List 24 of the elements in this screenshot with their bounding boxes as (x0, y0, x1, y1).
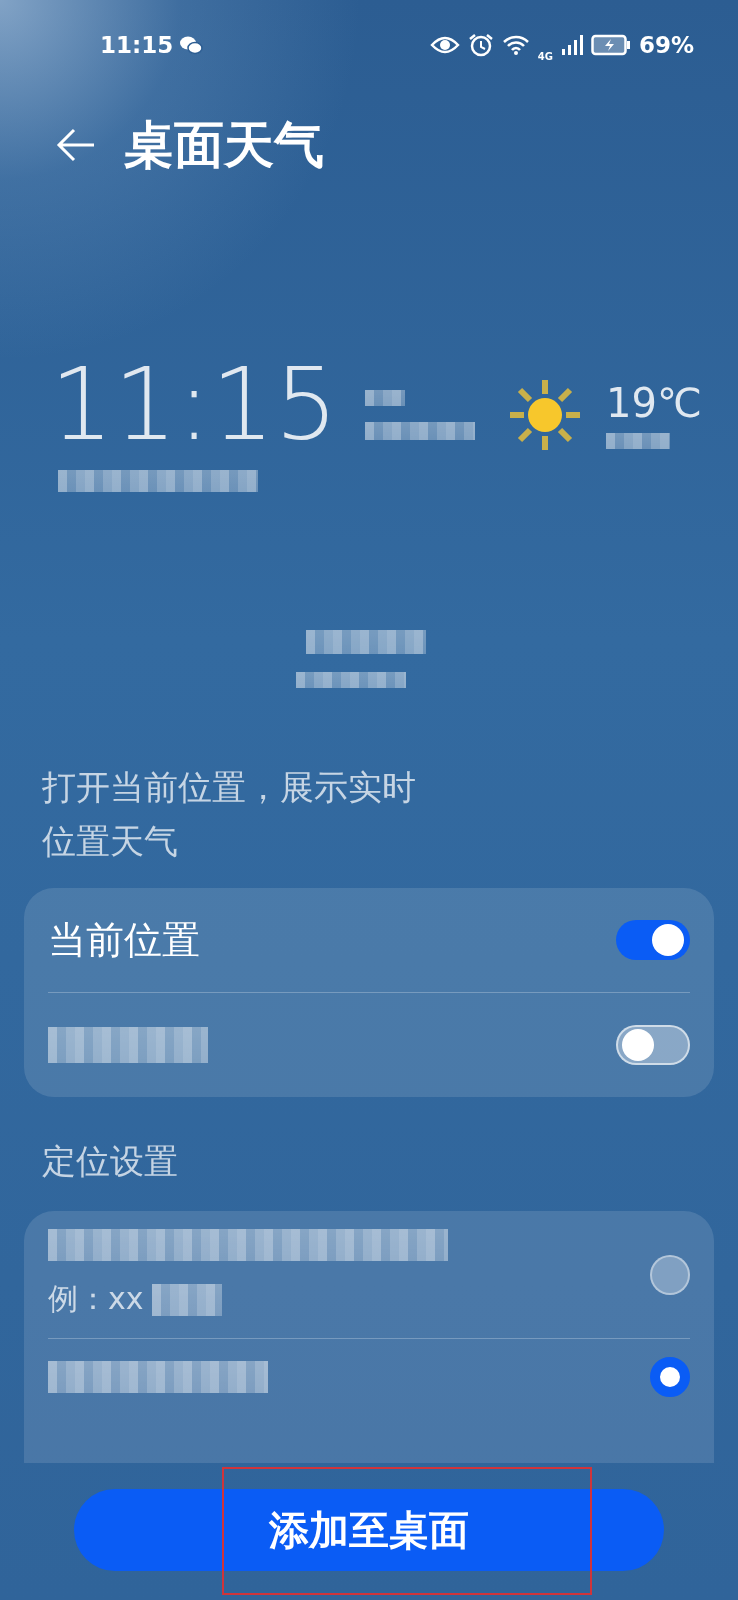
toggle-switch[interactable] (616, 920, 690, 960)
add-to-desktop-button[interactable]: 添加至桌面 (74, 1489, 664, 1571)
widget-time: 11:15 (50, 350, 339, 460)
redacted-text (365, 390, 405, 406)
status-time: 11:15 (100, 32, 174, 58)
chat-icon (179, 35, 204, 55)
description-text: 打开当前位置，展示实时位置天气 (42, 766, 417, 863)
widget-temperature: 19℃ (606, 380, 702, 426)
eye-icon (429, 35, 460, 55)
wifi-icon (501, 34, 530, 56)
alarm-icon (467, 33, 494, 57)
page-title: 桌面天气 (124, 114, 324, 176)
redacted-text (606, 433, 670, 449)
battery-charging-icon (590, 34, 631, 56)
radio-button[interactable] (650, 1357, 690, 1397)
section-title: 定位设置 (42, 1140, 179, 1183)
example-text: 例：xx (48, 1280, 144, 1318)
network-type: 4G (537, 50, 553, 62)
redacted-text (151, 1283, 222, 1316)
sun-icon (508, 378, 582, 452)
toggle-switch[interactable] (616, 1025, 690, 1065)
signal-icon (560, 34, 583, 56)
battery-percent: 69% (638, 32, 694, 58)
setting-label: 当前位置 (48, 916, 200, 964)
